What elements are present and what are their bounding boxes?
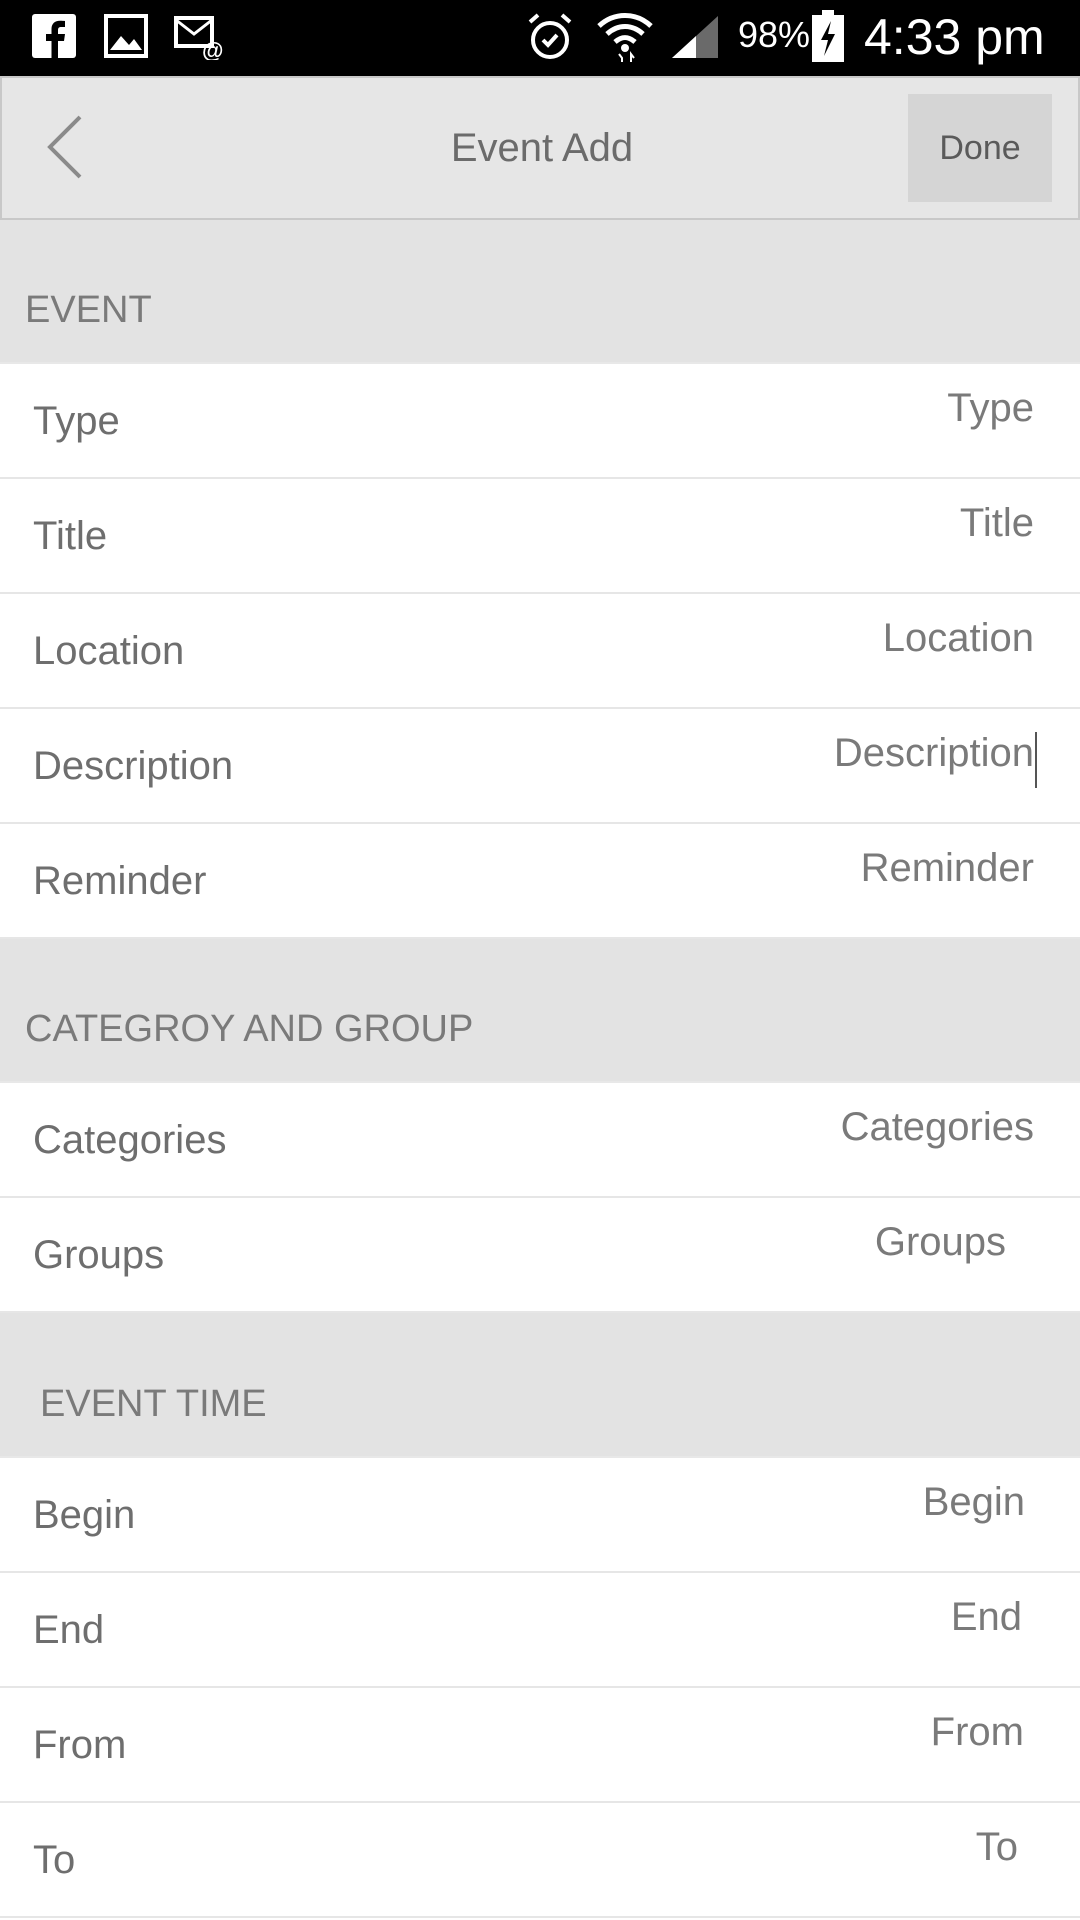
- chevron-left-icon: [47, 115, 82, 179]
- form-row-description: Description: [0, 709, 1080, 824]
- form-row-type: Type: [0, 364, 1080, 479]
- reminder-input[interactable]: [514, 838, 1034, 898]
- text-cursor: [1035, 732, 1037, 788]
- form-row-reminder: Reminder: [0, 824, 1080, 939]
- type-input[interactable]: [514, 378, 1034, 438]
- done-button[interactable]: Done: [908, 94, 1052, 202]
- form-row-location: Location: [0, 594, 1080, 709]
- section-header-event-time: EVENT TIME: [0, 1313, 1080, 1458]
- section-title: EVENT: [25, 289, 152, 331]
- row-label: End: [33, 1608, 105, 1652]
- section-header-category-group: CATEGROY AND GROUP: [0, 939, 1080, 1083]
- row-label: Description: [33, 744, 234, 788]
- row-label: From: [33, 1723, 127, 1767]
- title-input[interactable]: [514, 493, 1034, 553]
- form-row-title: Title: [0, 479, 1080, 594]
- section-title: CATEGROY AND GROUP: [25, 1008, 474, 1050]
- clock-time: 4:33 pm: [864, 9, 1045, 65]
- alarm-icon: [528, 13, 572, 59]
- end-input[interactable]: [502, 1587, 1022, 1647]
- battery-charging-icon: [812, 10, 844, 62]
- form-row-groups: Groups: [0, 1198, 1080, 1313]
- image-icon: [104, 14, 148, 58]
- form-row-end: End: [0, 1573, 1080, 1688]
- groups-input[interactable]: [486, 1212, 1006, 1272]
- row-label: Begin: [33, 1493, 136, 1537]
- row-label: Type: [33, 399, 120, 443]
- row-label: Reminder: [33, 859, 207, 903]
- form-row-begin: Begin: [0, 1458, 1080, 1573]
- row-label: Categories: [33, 1118, 227, 1162]
- categories-input[interactable]: [514, 1097, 1034, 1157]
- svg-text:@: @: [202, 38, 223, 60]
- email-icon: @: [174, 16, 223, 60]
- row-label: Location: [33, 629, 185, 673]
- battery-percent: 98%: [738, 14, 811, 55]
- form-row-categories: Categories: [0, 1083, 1080, 1198]
- wifi-icon: [597, 13, 653, 62]
- facebook-icon: [32, 14, 76, 58]
- row-label: Groups: [33, 1233, 165, 1277]
- form-row-from: From: [0, 1688, 1080, 1803]
- status-bar: @ 98% 4:33 pm: [0, 0, 1080, 76]
- begin-input[interactable]: [505, 1472, 1025, 1532]
- signal-icon: [672, 16, 718, 58]
- back-button[interactable]: [24, 102, 104, 192]
- section-title: EVENT TIME: [40, 1383, 267, 1425]
- section-header-event: EVENT: [0, 220, 1080, 364]
- description-input[interactable]: [514, 723, 1034, 783]
- navigation-bar: Event Add Done: [0, 76, 1080, 220]
- form-row-to: To: [0, 1803, 1080, 1918]
- from-input[interactable]: [504, 1702, 1024, 1762]
- to-input[interactable]: [498, 1817, 1018, 1877]
- row-label: Title: [33, 514, 108, 558]
- row-label: To: [33, 1838, 76, 1882]
- location-input[interactable]: [514, 608, 1034, 668]
